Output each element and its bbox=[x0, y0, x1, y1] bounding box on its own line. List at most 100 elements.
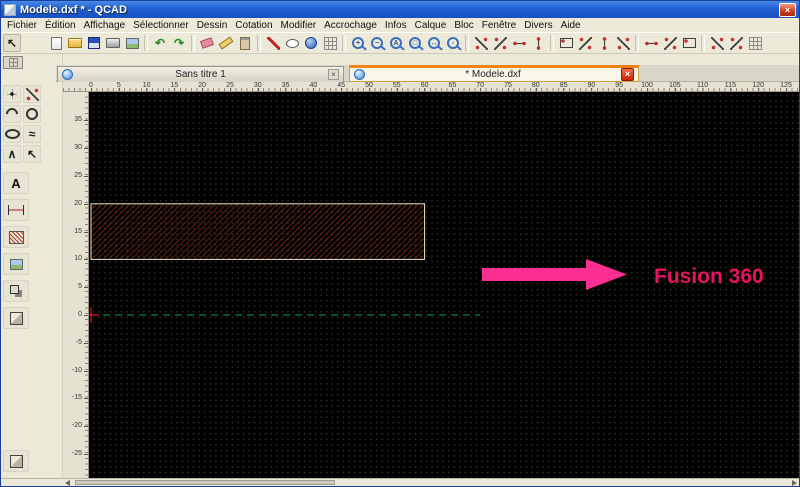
h-ruler-label: 10 bbox=[143, 82, 150, 91]
undo-button[interactable]: ↶ bbox=[151, 34, 169, 52]
undo-icon: ↶ bbox=[154, 36, 166, 50]
render-sphere-button[interactable] bbox=[302, 34, 320, 52]
menu-item-aide[interactable]: Aide bbox=[557, 20, 585, 31]
v-ruler-label: 25 bbox=[74, 172, 88, 179]
arc-tangent-button[interactable] bbox=[727, 34, 745, 52]
v-ruler-label: -10 bbox=[71, 366, 88, 374]
toolbar-separator bbox=[144, 35, 148, 51]
window-close-button[interactable]: × bbox=[779, 2, 796, 17]
zoom-out-button[interactable]: − bbox=[368, 34, 386, 52]
menu-item-infos[interactable]: Infos bbox=[381, 20, 411, 31]
tab-sans-titre-1[interactable]: Sans titre 1 × bbox=[57, 66, 344, 82]
zoom-previous-button[interactable]: ↔ bbox=[425, 34, 443, 52]
line-two-points-button[interactable] bbox=[472, 34, 490, 52]
line-parallel-button[interactable] bbox=[576, 34, 594, 52]
arc-tool[interactable] bbox=[3, 105, 21, 123]
menu-item-cotation[interactable]: Cotation bbox=[231, 20, 276, 31]
line-relative-angle-button[interactable] bbox=[661, 34, 679, 52]
menu-item-fenetre[interactable]: Fenêtre bbox=[478, 20, 520, 31]
v-ruler-label: 5 bbox=[78, 283, 88, 291]
scroll-right-icon[interactable] bbox=[792, 480, 797, 486]
pen-color-button[interactable] bbox=[264, 34, 282, 52]
grid-toggle-icon bbox=[323, 36, 337, 50]
text-tool[interactable]: A bbox=[3, 172, 29, 194]
block-tool[interactable] bbox=[3, 280, 29, 302]
title-bar[interactable]: Modele.dxf * - QCAD × bbox=[1, 1, 799, 18]
hatch-tool[interactable] bbox=[3, 226, 29, 248]
tab-modele-dxf[interactable]: * Modele.dxf × bbox=[349, 65, 639, 82]
redo-button[interactable]: ↷ bbox=[170, 34, 188, 52]
annotation-arrow bbox=[482, 259, 627, 290]
circle-tool[interactable] bbox=[23, 105, 41, 123]
menu-item-edition[interactable]: Édition bbox=[41, 20, 80, 31]
line-orthogonal-button[interactable] bbox=[642, 34, 660, 52]
line-parallel-icon bbox=[578, 36, 592, 50]
h-ruler-label: 80 bbox=[532, 82, 540, 91]
line-rectangle-button[interactable] bbox=[557, 34, 575, 52]
line-freehand-button[interactable] bbox=[708, 34, 726, 52]
hatched-rectangle-entity[interactable] bbox=[90, 203, 426, 260]
h-ruler-label: 95 bbox=[615, 82, 623, 91]
zoom-in-button[interactable]: + bbox=[349, 34, 367, 52]
menu-item-bloc[interactable]: Bloc bbox=[450, 20, 477, 31]
menu-item-divers[interactable]: Divers bbox=[520, 20, 556, 31]
snap-grid-button[interactable] bbox=[746, 34, 764, 52]
h-ruler-label: 115 bbox=[725, 82, 736, 91]
polyline-tool[interactable]: ∧ bbox=[3, 145, 21, 163]
line-polygon-button[interactable] bbox=[680, 34, 698, 52]
line-angle-button[interactable] bbox=[491, 34, 509, 52]
new-file-button[interactable] bbox=[47, 34, 65, 52]
save-file-button[interactable] bbox=[85, 34, 103, 52]
line-horizontal-button[interactable] bbox=[510, 34, 528, 52]
export-image-button[interactable] bbox=[123, 34, 141, 52]
zoom-auto-button[interactable]: A bbox=[387, 34, 405, 52]
menu-item-fichier[interactable]: Fichier bbox=[3, 20, 41, 31]
menu-item-calque[interactable]: Calque bbox=[411, 20, 451, 31]
point-tool[interactable] bbox=[3, 85, 21, 103]
menu-item-modifier[interactable]: Modifier bbox=[277, 20, 321, 31]
app-icon bbox=[4, 3, 16, 16]
zoom-redraw-button[interactable]: ◦ bbox=[444, 34, 462, 52]
spline-tool[interactable]: ≈ bbox=[23, 125, 41, 143]
library-browser-tool[interactable] bbox=[3, 450, 29, 472]
zoom-window-button[interactable]: □ bbox=[406, 34, 424, 52]
tab-close-icon[interactable]: × bbox=[328, 69, 339, 80]
polyline-tool-icon: ∧ bbox=[7, 147, 17, 161]
menu-item-dessin[interactable]: Dessin bbox=[193, 20, 232, 31]
dimension-tool[interactable] bbox=[3, 199, 29, 221]
print-button[interactable] bbox=[104, 34, 122, 52]
cut-button[interactable] bbox=[198, 34, 216, 52]
palette-grid: ≈ ∧ ↖ bbox=[3, 85, 41, 163]
cad-toolbar-menu-button[interactable] bbox=[3, 56, 23, 69]
scrollbar-thumb[interactable] bbox=[75, 480, 335, 485]
line-vertical-button[interactable] bbox=[529, 34, 547, 52]
selection-pointer-button[interactable]: ↖ bbox=[3, 34, 21, 52]
zoom-previous-icon: ↔ bbox=[428, 37, 440, 49]
ellipse-template-button[interactable] bbox=[283, 34, 301, 52]
drawing-canvas[interactable]: Fusion 360 bbox=[89, 92, 799, 480]
tab-close-icon[interactable]: × bbox=[621, 68, 634, 81]
menu-bar: Fichier Édition Affichage Sélectionner Dessi… bbox=[1, 18, 799, 32]
horizontal-scrollbar[interactable] bbox=[1, 478, 799, 486]
grid-toggle-button[interactable] bbox=[321, 34, 339, 52]
line-bisector-button[interactable] bbox=[595, 34, 613, 52]
drawing-file-icon bbox=[354, 69, 365, 80]
line-tool[interactable] bbox=[23, 85, 41, 103]
paste-button[interactable] bbox=[236, 34, 254, 52]
menu-item-accrochage[interactable]: Accrochage bbox=[320, 20, 381, 31]
open-file-button[interactable] bbox=[66, 34, 84, 52]
scroll-left-icon[interactable] bbox=[65, 480, 70, 486]
zoom-redraw-icon: ◦ bbox=[447, 37, 459, 49]
h-ruler-label: 20 bbox=[198, 82, 206, 91]
select-tool[interactable]: ↖ bbox=[23, 145, 41, 163]
solid-3d-tool[interactable] bbox=[3, 307, 29, 329]
ellipse-tool[interactable] bbox=[3, 125, 21, 143]
menu-item-affichage[interactable]: Affichage bbox=[80, 20, 130, 31]
h-ruler-label: 105 bbox=[669, 82, 681, 91]
v-ruler-label: 15 bbox=[74, 227, 88, 235]
image-tool[interactable] bbox=[3, 253, 29, 275]
menu-item-selectionner[interactable]: Sélectionner bbox=[129, 20, 193, 31]
v-ruler-label: -15 bbox=[71, 394, 88, 402]
copy-button[interactable] bbox=[217, 34, 235, 52]
line-tangent-button[interactable] bbox=[614, 34, 632, 52]
